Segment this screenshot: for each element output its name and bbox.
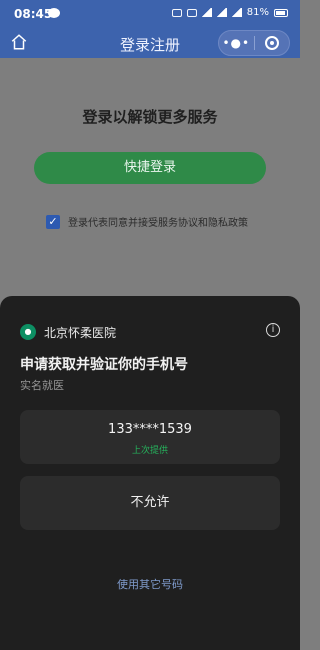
info-icon[interactable]: i bbox=[266, 323, 280, 337]
more-menu-button[interactable]: •●• bbox=[219, 36, 254, 50]
signal-icon-2 bbox=[231, 8, 242, 17]
hospital-logo-icon: ● bbox=[20, 324, 36, 340]
mini-program-capsule: •●• bbox=[218, 30, 290, 56]
phone-number: 133****1539 bbox=[108, 422, 192, 437]
status-time: 08:45 bbox=[14, 7, 53, 21]
close-mini-program-button[interactable] bbox=[254, 36, 289, 50]
navbar: 登录注册 •●• bbox=[0, 28, 300, 58]
agreement-text: 登录代表同意并接受服务协议和隐私政策 bbox=[68, 218, 248, 229]
agreement-row[interactable]: ✓ 登录代表同意并接受服务协议和隐私政策 bbox=[46, 214, 248, 229]
last-used-label: 上次提供 bbox=[131, 446, 168, 456]
wifi-icon bbox=[201, 8, 212, 17]
battery-text: 81% bbox=[246, 7, 269, 18]
chat-icon bbox=[48, 8, 60, 18]
target-icon bbox=[264, 36, 279, 50]
battery-icon bbox=[274, 8, 288, 17]
login-headline: 登录以解锁更多服务 bbox=[82, 108, 218, 126]
alarm-icon bbox=[186, 8, 197, 17]
status-bar: 08:45 81% bbox=[0, 0, 300, 28]
deny-button[interactable]: 不允许 bbox=[20, 476, 280, 530]
use-other-number-link[interactable]: 使用其它号码 bbox=[0, 576, 300, 592]
phone-number-option[interactable]: 133****1539 上次提供 bbox=[20, 410, 280, 464]
request-title: 申请获取并验证你的手机号 bbox=[20, 357, 188, 373]
hospital-name: 北京怀柔医院 bbox=[44, 326, 117, 340]
request-subtitle: 实名就医 bbox=[20, 379, 64, 392]
agreement-checkbox[interactable]: ✓ bbox=[46, 214, 60, 229]
signal-icon bbox=[216, 8, 227, 17]
mute-icon bbox=[171, 8, 182, 17]
quick-login-button[interactable]: 快捷登录 bbox=[34, 152, 266, 184]
phone-authorization-sheet bbox=[0, 296, 300, 650]
status-icons: 81% bbox=[171, 7, 288, 18]
